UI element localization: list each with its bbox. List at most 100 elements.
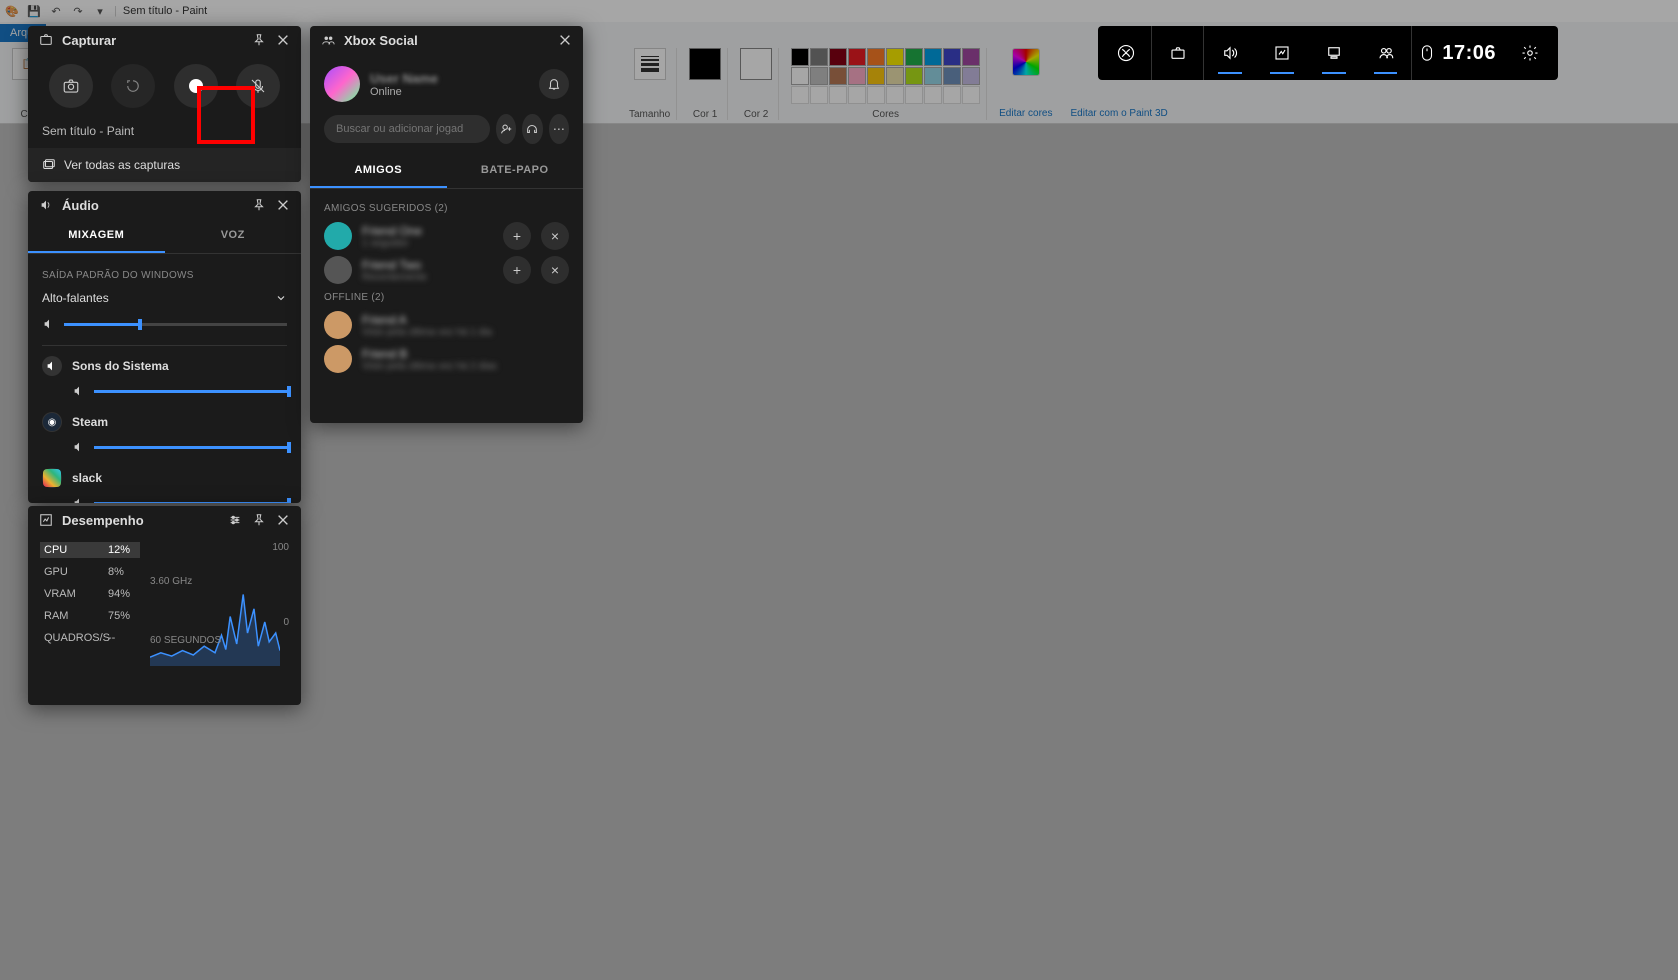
capture-buttons-row: [28, 54, 301, 114]
audio-title: Áudio: [62, 198, 99, 213]
app-volume-slider[interactable]: [94, 446, 287, 449]
screenshot-button[interactable]: [49, 64, 93, 108]
speaker-icon: [42, 317, 56, 331]
stat-vram[interactable]: VRAM94%: [40, 586, 140, 602]
tab-mixagem[interactable]: MIXAGEM: [28, 219, 165, 253]
pin-icon[interactable]: [251, 32, 267, 48]
mic-mute-button[interactable]: [236, 64, 280, 108]
app-volume-row: [72, 440, 287, 454]
master-volume-slider[interactable]: [64, 323, 287, 326]
app-name: Steam: [72, 415, 108, 429]
overlay-time: 17:06: [1442, 42, 1496, 65]
capture-subtitle: Sem título - Paint: [28, 114, 301, 148]
perf-icon: [38, 512, 54, 528]
app-volume-slider[interactable]: [94, 502, 287, 504]
user-status: Online: [370, 86, 529, 98]
speaker-icon: [72, 440, 86, 454]
speaker-icon: [72, 496, 86, 503]
speaker-icon: [72, 384, 86, 398]
pin-icon[interactable]: [251, 512, 267, 528]
chart-ymin: 0: [283, 617, 289, 628]
mouse-icon: [1420, 44, 1434, 62]
dismiss-friend-button[interactable]: ×: [541, 222, 569, 250]
audio-shortcut-button[interactable]: [1204, 26, 1256, 80]
stat-fps[interactable]: QUADROS/S--: [40, 630, 140, 646]
capture-title-icon: [38, 32, 54, 48]
social-tabs: AMIGOS BATE-PAPO: [310, 154, 583, 189]
settings-icon[interactable]: [227, 512, 243, 528]
social-title: Xbox Social: [344, 33, 418, 48]
tab-chat[interactable]: BATE-PAPO: [447, 154, 584, 188]
close-icon[interactable]: [557, 32, 573, 48]
more-button[interactable]: ⋯: [549, 114, 569, 144]
output-device-name: Alto-falantes: [42, 291, 109, 305]
search-input[interactable]: [324, 115, 490, 143]
add-friend-button[interactable]: [496, 114, 516, 144]
add-friend-button[interactable]: +: [503, 222, 531, 250]
close-icon[interactable]: [275, 197, 291, 213]
friend-row[interactable]: Friend TwoRecentemente+×: [324, 256, 569, 284]
capture-shortcut-button[interactable]: [1152, 26, 1204, 80]
perf-body: CPU12% GPU8% VRAM94% RAM75% QUADROS/S-- …: [28, 534, 301, 654]
stat-cpu[interactable]: CPU12%: [40, 542, 140, 558]
notifications-button[interactable]: [539, 69, 569, 99]
app-name: slack: [72, 471, 102, 485]
xbox-button[interactable]: [1100, 26, 1152, 80]
app-volume-row: [72, 384, 287, 398]
avatar[interactable]: [324, 66, 360, 102]
perf-stats: CPU12% GPU8% VRAM94% RAM75% QUADROS/S--: [40, 542, 140, 646]
close-icon[interactable]: [275, 512, 291, 528]
friend-subtitle: 1 seguidor: [362, 238, 493, 249]
app-volume-slider[interactable]: [94, 390, 287, 393]
resources-shortcut-button[interactable]: [1308, 26, 1360, 80]
performance-shortcut-button[interactable]: [1256, 26, 1308, 80]
record-button[interactable]: [174, 64, 218, 108]
friend-name: Friend B: [362, 347, 569, 361]
audio-app-row: ◉Steam: [42, 412, 287, 432]
speaker-icon: [38, 197, 54, 213]
gamebar-toolbar: 17:06: [1098, 26, 1558, 80]
dismiss-friend-button[interactable]: ×: [541, 256, 569, 284]
audio-app-row: slack: [42, 468, 287, 488]
friend-row[interactable]: Friend One1 seguidor + ×: [324, 222, 569, 250]
friend-subtitle: Visto pela última vez há 2 dias: [362, 361, 569, 372]
perf-line-chart: [150, 556, 280, 666]
perf-header: Desempenho: [28, 506, 301, 534]
stat-ram[interactable]: RAM75%: [40, 608, 140, 624]
overlay-clock: 17:06: [1412, 42, 1504, 65]
capture-title: Capturar: [62, 33, 116, 48]
offline-section-label: OFFLINE (2): [324, 292, 569, 303]
app-name: Sons do Sistema: [72, 359, 169, 373]
tab-voz[interactable]: VOZ: [165, 219, 302, 253]
chevron-down-icon: [275, 292, 287, 304]
people-icon: [320, 32, 336, 48]
tab-friends[interactable]: AMIGOS: [310, 154, 447, 188]
perf-title: Desempenho: [62, 513, 144, 528]
stat-gpu[interactable]: GPU8%: [40, 564, 140, 580]
friend-name: Friend One: [362, 224, 493, 238]
social-shortcut-button[interactable]: [1360, 26, 1412, 80]
friend-row[interactable]: Friend BVisto pela última vez há 2 dias: [324, 345, 569, 373]
friend-avatar: [324, 345, 352, 373]
output-section-label: SAÍDA PADRÃO DO WINDOWS: [42, 270, 287, 281]
friend-subtitle: Visto pela última vez há 1 dia: [362, 327, 569, 338]
social-body: AMIGOS SUGERIDOS (2) Friend One1 seguido…: [310, 189, 583, 385]
view-captures-button[interactable]: Ver todas as capturas: [28, 148, 301, 182]
overlay-settings-button[interactable]: [1504, 26, 1556, 80]
app-volume-row: [72, 496, 287, 503]
close-icon[interactable]: [275, 32, 291, 48]
pin-icon[interactable]: [251, 197, 267, 213]
username: User Name: [370, 71, 529, 86]
app-icon: [42, 468, 62, 488]
friend-row[interactable]: Friend AVisto pela última vez há 1 dia: [324, 311, 569, 339]
app-icon: [42, 356, 62, 376]
friend-avatar: [324, 256, 352, 284]
audio-app-row: Sons do Sistema: [42, 356, 287, 376]
audio-body: SAÍDA PADRÃO DO WINDOWS Alto-falantes So…: [28, 254, 301, 503]
add-friend-button[interactable]: +: [503, 256, 531, 284]
output-device-dropdown[interactable]: Alto-falantes: [42, 287, 287, 309]
headset-button[interactable]: [522, 114, 542, 144]
capture-header: Capturar: [28, 26, 301, 54]
friend-subtitle: Recentemente: [362, 272, 493, 283]
record-last-button[interactable]: [111, 64, 155, 108]
